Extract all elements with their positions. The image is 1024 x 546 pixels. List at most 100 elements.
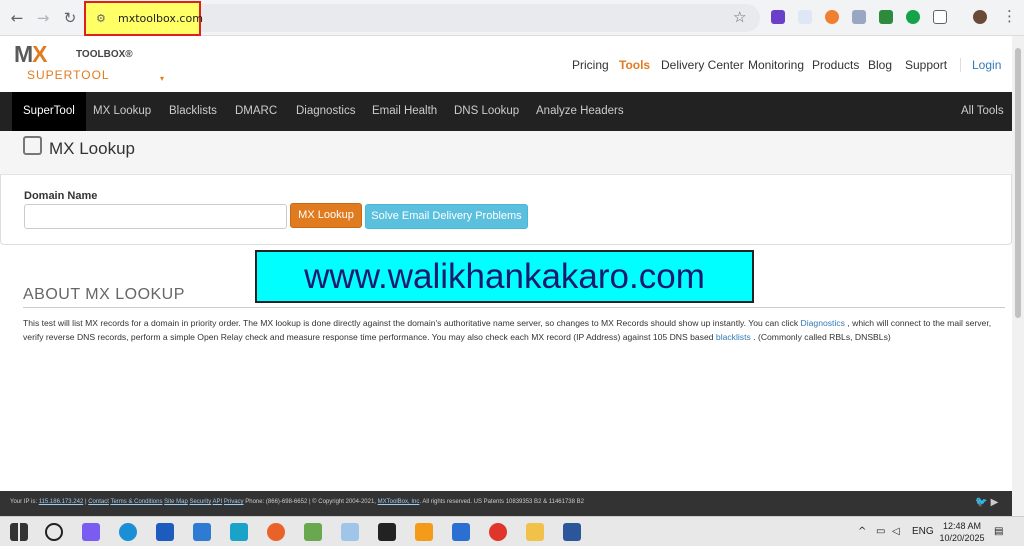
footer-sitemap-link[interactable]: Site Map (164, 499, 188, 505)
diagnostics-link[interactable]: Diagnostics (801, 318, 845, 328)
site-footer: Your IP is: 115.186.173.242 | Contact Te… (0, 491, 1012, 516)
logo-x: X (32, 41, 47, 67)
firefox-icon[interactable] (267, 523, 285, 541)
puzzle-extensions-icon[interactable] (933, 10, 947, 24)
blacklists-link[interactable]: blacklists (716, 332, 751, 342)
tab-email-health[interactable]: Email Health (372, 92, 437, 131)
nav-support[interactable]: Support (905, 58, 947, 72)
extension-icon[interactable] (798, 10, 812, 24)
site-logo[interactable]: MX (14, 41, 74, 67)
xampp-icon[interactable] (415, 523, 433, 541)
url-highlight[interactable]: ⚙ mxtoolbox.com (84, 1, 203, 36)
system-clock[interactable]: 12:48 AM 10/20/2025 (936, 520, 988, 544)
app-icon[interactable] (156, 523, 174, 541)
site-header: MX TOOLBOX® SUPERTOOL ▾ Pricing Tools De… (0, 36, 1012, 92)
notification-icon[interactable]: ▤ (994, 526, 1003, 537)
domain-input[interactable] (24, 204, 287, 229)
search-icon[interactable] (45, 523, 63, 541)
tab-analyze-headers[interactable]: Analyze Headers (536, 92, 624, 131)
footer-text: Your IP is: 115.186.173.242 | Contact Te… (10, 499, 584, 505)
nav-products[interactable]: Products (812, 58, 859, 72)
solve-email-delivery-button[interactable]: Solve Email Delivery Problems (365, 204, 528, 229)
ip-label: Your IP is: (10, 499, 39, 505)
browser-toolbar: ← → ↻ ⚙ mxtoolbox.com ☆ ⋮ (0, 0, 1024, 36)
word-icon[interactable] (563, 523, 581, 541)
browser-menu-icon[interactable]: ⋮ (1002, 7, 1017, 25)
nav-blog[interactable]: Blog (868, 58, 892, 72)
page-content: MX TOOLBOX® SUPERTOOL ▾ Pricing Tools De… (0, 36, 1012, 516)
footer-phone: Phone: (866)-698-6652 | © Copyright 2004… (243, 499, 378, 505)
tab-blacklists[interactable]: Blacklists (169, 92, 217, 131)
domain-name-label: Domain Name (24, 190, 98, 202)
tab-dns-lookup[interactable]: DNS Lookup (454, 92, 519, 131)
url-text: mxtoolbox.com (118, 12, 203, 25)
terminal-icon[interactable] (378, 523, 396, 541)
clock-date: 10/20/2025 (939, 533, 985, 543)
footer-privacy-link[interactable]: Privacy (224, 499, 244, 505)
page-scrollbar[interactable] (1012, 36, 1024, 516)
network-icon[interactable]: ▭ (876, 526, 885, 537)
extension-icon[interactable] (825, 10, 839, 24)
ip-link[interactable]: 115.186.173.242 (39, 499, 84, 505)
tab-mx-lookup[interactable]: MX Lookup (93, 92, 151, 131)
site-settings-icon[interactable]: ⚙ (96, 12, 106, 25)
windows-start-icon[interactable] (10, 523, 28, 541)
notepad-icon[interactable] (304, 523, 322, 541)
about-text-part: . (Commonly called RBLs, DNSBLs) (750, 332, 891, 342)
tray-overflow-icon[interactable]: ^ (858, 526, 866, 537)
logo-toolbox-text: TOOLBOX® (76, 49, 133, 60)
about-heading: ABOUT MX LOOKUP (23, 286, 185, 303)
extension-icon[interactable] (771, 10, 785, 24)
footer-terms-link[interactable]: Terms & Conditions (110, 499, 162, 505)
profile-avatar[interactable] (973, 10, 987, 24)
bookmark-star-icon[interactable]: ☆ (733, 8, 746, 26)
lookup-form: Domain Name MX Lookup Solve Email Delive… (0, 175, 1012, 245)
footer-company-link[interactable]: MXToolBox, Inc (378, 499, 420, 505)
footer-rights: . All rights reserved. US Patents 108393… (419, 499, 584, 505)
grammarly-icon[interactable] (906, 10, 920, 24)
nav-monitoring[interactable]: Monitoring (748, 58, 804, 72)
tab-supertool[interactable]: SuperTool (12, 92, 86, 131)
shield-extension-icon[interactable] (852, 10, 866, 24)
nav-tools[interactable]: Tools (619, 58, 650, 72)
reload-icon[interactable]: ↻ (61, 9, 79, 27)
tab-dmarc[interactable]: DMARC (235, 92, 277, 131)
page-title-bar: MX Lookup (0, 131, 1012, 175)
language-indicator[interactable]: ENG (912, 526, 934, 537)
nav-delivery-center[interactable]: Delivery Center (661, 58, 744, 72)
footer-security-link[interactable]: Security (190, 499, 212, 505)
app-icon[interactable] (230, 523, 248, 541)
scroll-thumb[interactable] (1015, 48, 1021, 318)
tab-all-tools[interactable]: All Tools (961, 92, 1004, 131)
tools-nav: SuperTool MX Lookup Blacklists DMARC Dia… (0, 92, 1012, 131)
edge-icon[interactable] (119, 523, 137, 541)
logo-m: M (14, 41, 33, 67)
back-icon[interactable]: ← (8, 9, 26, 27)
forward-icon[interactable]: → (34, 9, 52, 27)
supertool-label[interactable]: SUPERTOOL (27, 68, 110, 82)
clock-time: 12:48 AM (942, 521, 982, 531)
app-icon[interactable] (341, 523, 359, 541)
extension-icon[interactable] (879, 10, 893, 24)
page-title: MX Lookup (49, 139, 135, 158)
copilot-icon[interactable] (82, 523, 100, 541)
os-taskbar: ^ ▭ ◁ ENG 12:48 AM 10/20/2025 ▤ (0, 516, 1024, 546)
volume-icon[interactable]: ◁ (892, 526, 900, 537)
about-paragraph: This test will list MX records for a dom… (23, 316, 998, 344)
vscode-icon[interactable] (193, 523, 211, 541)
footer-contact-link[interactable]: Contact (88, 499, 109, 505)
footer-api-link[interactable]: API (213, 499, 223, 505)
mx-lookup-button[interactable]: MX Lookup (290, 203, 362, 228)
social-icons[interactable]: 🐦 ▶ (975, 497, 998, 508)
envelope-icon (23, 136, 42, 155)
watermark-banner: www.walikhankakaro.com (255, 250, 754, 303)
file-explorer-icon[interactable] (526, 523, 544, 541)
tab-diagnostics[interactable]: Diagnostics (296, 92, 355, 131)
nav-pricing[interactable]: Pricing (572, 58, 609, 72)
chrome-icon[interactable] (489, 523, 507, 541)
about-text-part: This test will list MX records for a dom… (23, 318, 801, 328)
login-link[interactable]: Login (960, 58, 1001, 72)
powershell-icon[interactable] (452, 523, 470, 541)
divider (23, 307, 1005, 308)
chevron-down-icon[interactable]: ▾ (160, 74, 164, 83)
